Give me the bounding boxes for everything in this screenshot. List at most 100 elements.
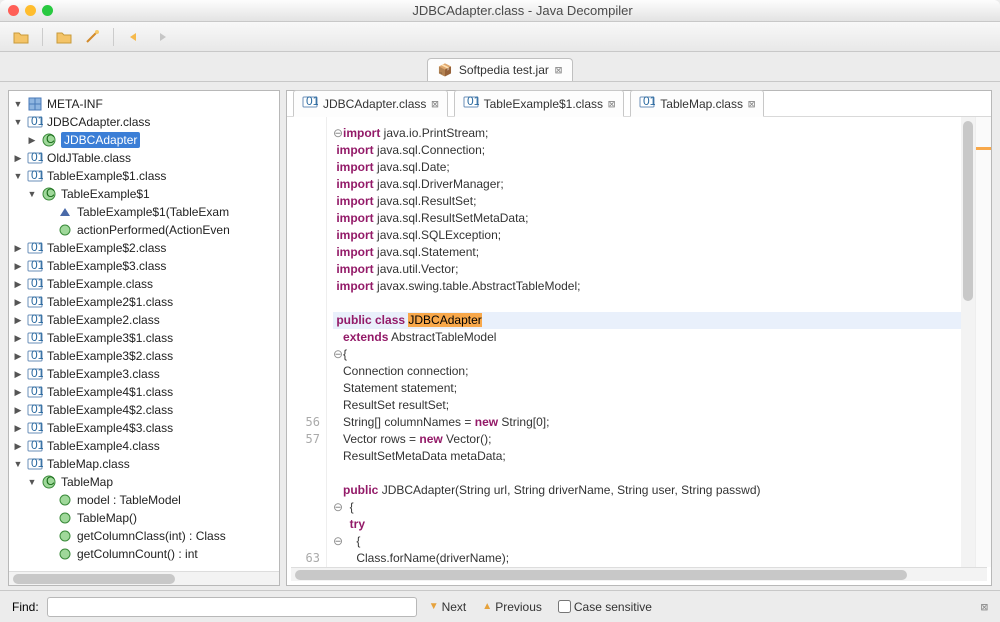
class-icon: 010 [463,94,479,113]
wand-button[interactable] [81,26,103,48]
tree-item[interactable]: ▼CTableMap [9,473,279,491]
tree-item-label: TableExample3$2.class [47,349,173,363]
zoom-window-button[interactable] [42,5,53,16]
expand-arrow-icon[interactable]: ▼ [13,117,23,127]
tree-item-label: TableExample$3.class [47,259,166,273]
save-button[interactable] [53,26,75,48]
expand-arrow-icon[interactable]: ▶ [13,369,23,380]
tree-item[interactable]: ▼010JDBCAdapter.class [9,113,279,131]
editor-tab[interactable]: 010TableExample$1.class⊠ [454,90,625,117]
find-label: Find: [12,600,39,614]
tree-item[interactable]: TableExample$1(TableExam [9,203,279,221]
tree-item[interactable]: model : TableModel [9,491,279,509]
editor-horizontal-scrollbar[interactable] [291,567,987,581]
tree-item[interactable]: ▶010TableExample2.class [9,311,279,329]
tree-horizontal-scrollbar[interactable] [9,571,279,585]
editor-tab[interactable]: 010TableMap.class⊠ [630,90,764,117]
expand-arrow-icon[interactable]: ▶ [13,297,23,308]
find-input[interactable] [47,597,417,617]
method-icon [57,510,73,526]
expand-arrow-icon[interactable]: ▼ [27,477,37,487]
tree-item[interactable]: ▶010TableExample.class [9,275,279,293]
tree-item[interactable]: ▶010OldJTable.class [9,149,279,167]
expand-arrow-icon[interactable]: ▶ [13,405,23,416]
svg-text:010: 010 [31,348,43,362]
tree-item[interactable]: ▶010TableExample3.class [9,365,279,383]
tree-item[interactable]: actionPerformed(ActionEven [9,221,279,239]
tree-item-label: TableExample$1.class [47,169,166,183]
open-file-button[interactable] [10,26,32,48]
find-next-button[interactable]: ▼Next [425,598,471,616]
tree-item[interactable]: ▶ 010 TableExample3$2.class [9,347,279,365]
tree-item[interactable]: ▼010TableExample$1.class [9,167,279,185]
tree-item[interactable]: getColumnCount() : int [9,545,279,563]
tree-item[interactable]: ▶CJDBCAdapter [9,131,279,149]
close-jar-tab-button[interactable]: ⊠ [555,63,562,77]
tree-item[interactable]: ▶010TableExample4$1.class [9,383,279,401]
tree-item[interactable]: ▶010TableExample4.class [9,437,279,455]
package-icon [27,96,43,112]
method-icon [57,528,73,544]
minimize-window-button[interactable] [25,5,36,16]
svg-text:010: 010 [31,330,43,344]
class-icon: 010 [27,420,43,436]
find-previous-button[interactable]: ▲Previous [478,598,546,616]
expand-arrow-icon[interactable]: ▶ [13,333,23,344]
editor-tab[interactable]: 010JDBCAdapter.class⊠ [293,90,448,117]
nav-forward-button[interactable] [152,26,174,48]
expand-arrow-icon[interactable]: ▼ [13,99,23,109]
expand-arrow-icon[interactable]: ▶ [13,423,23,434]
case-sensitive-toggle[interactable]: Case sensitive [554,598,656,616]
expand-arrow-icon[interactable]: ▶ [13,315,23,326]
overview-ruler[interactable] [975,117,991,567]
svg-text:010: 010 [31,420,43,434]
close-editor-tab-button[interactable]: ⊠ [608,97,615,111]
tree-item[interactable]: ▶010TableExample$2.class [9,239,279,257]
expand-arrow-icon[interactable]: ▶ [13,441,23,452]
tree-item[interactable]: ▶010TableExample$3.class [9,257,279,275]
close-find-button[interactable]: ⊠ [981,600,988,614]
class-icon: 010 [27,366,43,382]
expand-arrow-icon[interactable]: ▶ [13,243,23,254]
tree-item-label: TableExample2$1.class [47,295,173,309]
close-editor-tab-button[interactable]: ⊠ [748,97,755,111]
tree-item[interactable]: ▶ 010 TableExample2$1.class [9,293,279,311]
tree-item[interactable]: TableMap() [9,509,279,527]
tree-item[interactable]: getColumnClass(int) : Class [9,527,279,545]
editor-vertical-scrollbar[interactable] [961,117,975,567]
expand-arrow-icon[interactable]: ▼ [13,459,23,469]
expand-arrow-icon[interactable]: ▶ [13,261,23,272]
jar-tab[interactable]: 📦 Softpedia test.jar ⊠ [427,58,573,81]
expand-arrow-icon[interactable]: ▶ [13,387,23,398]
tree-item[interactable]: ▶010TableExample4$3.class [9,419,279,437]
nav-back-button[interactable] [124,26,146,48]
class-icon: 010 [27,348,43,364]
expand-arrow-icon[interactable]: ▶ [13,351,23,362]
package-tree[interactable]: ▼META-INF▼010JDBCAdapter.class▶CJDBCAdap… [9,91,279,571]
close-editor-tab-button[interactable]: ⊠ [431,97,438,111]
expand-arrow-icon[interactable]: ▶ [13,279,23,290]
case-sensitive-checkbox[interactable] [558,600,571,613]
expand-arrow-icon[interactable]: ▼ [13,171,23,181]
tree-item-label: TableExample4$2.class [47,403,173,417]
tree-item[interactable]: ▶010TableExample4$2.class [9,401,279,419]
svg-text:010: 010 [31,294,43,308]
class-icon: 010 [27,312,43,328]
class-icon: 010 [27,294,43,310]
close-window-button[interactable] [8,5,19,16]
expand-arrow-icon[interactable]: ▼ [27,189,37,199]
tree-item-label: JDBCAdapter.class [47,115,150,129]
class-icon: 010 [27,330,43,346]
tree-item[interactable]: ▼META-INF [9,95,279,113]
tree-item[interactable]: ▼CTableExample$1 [9,185,279,203]
tree-item-label: model : TableModel [77,493,181,507]
expand-arrow-icon[interactable]: ▶ [13,153,23,164]
tree-item-label: TableExample4.class [47,439,160,453]
tree-item[interactable]: ▶010TableExample3$1.class [9,329,279,347]
source-code-view[interactable]: ⊖import java.io.PrintStream; import java… [327,117,961,567]
tree-item[interactable]: ▼010TableMap.class [9,455,279,473]
tree-item-label: TableExample$2.class [47,241,166,255]
svg-text:010: 010 [306,94,318,108]
tree-item-label: getColumnCount() : int [77,547,198,561]
expand-arrow-icon[interactable]: ▶ [27,135,37,146]
